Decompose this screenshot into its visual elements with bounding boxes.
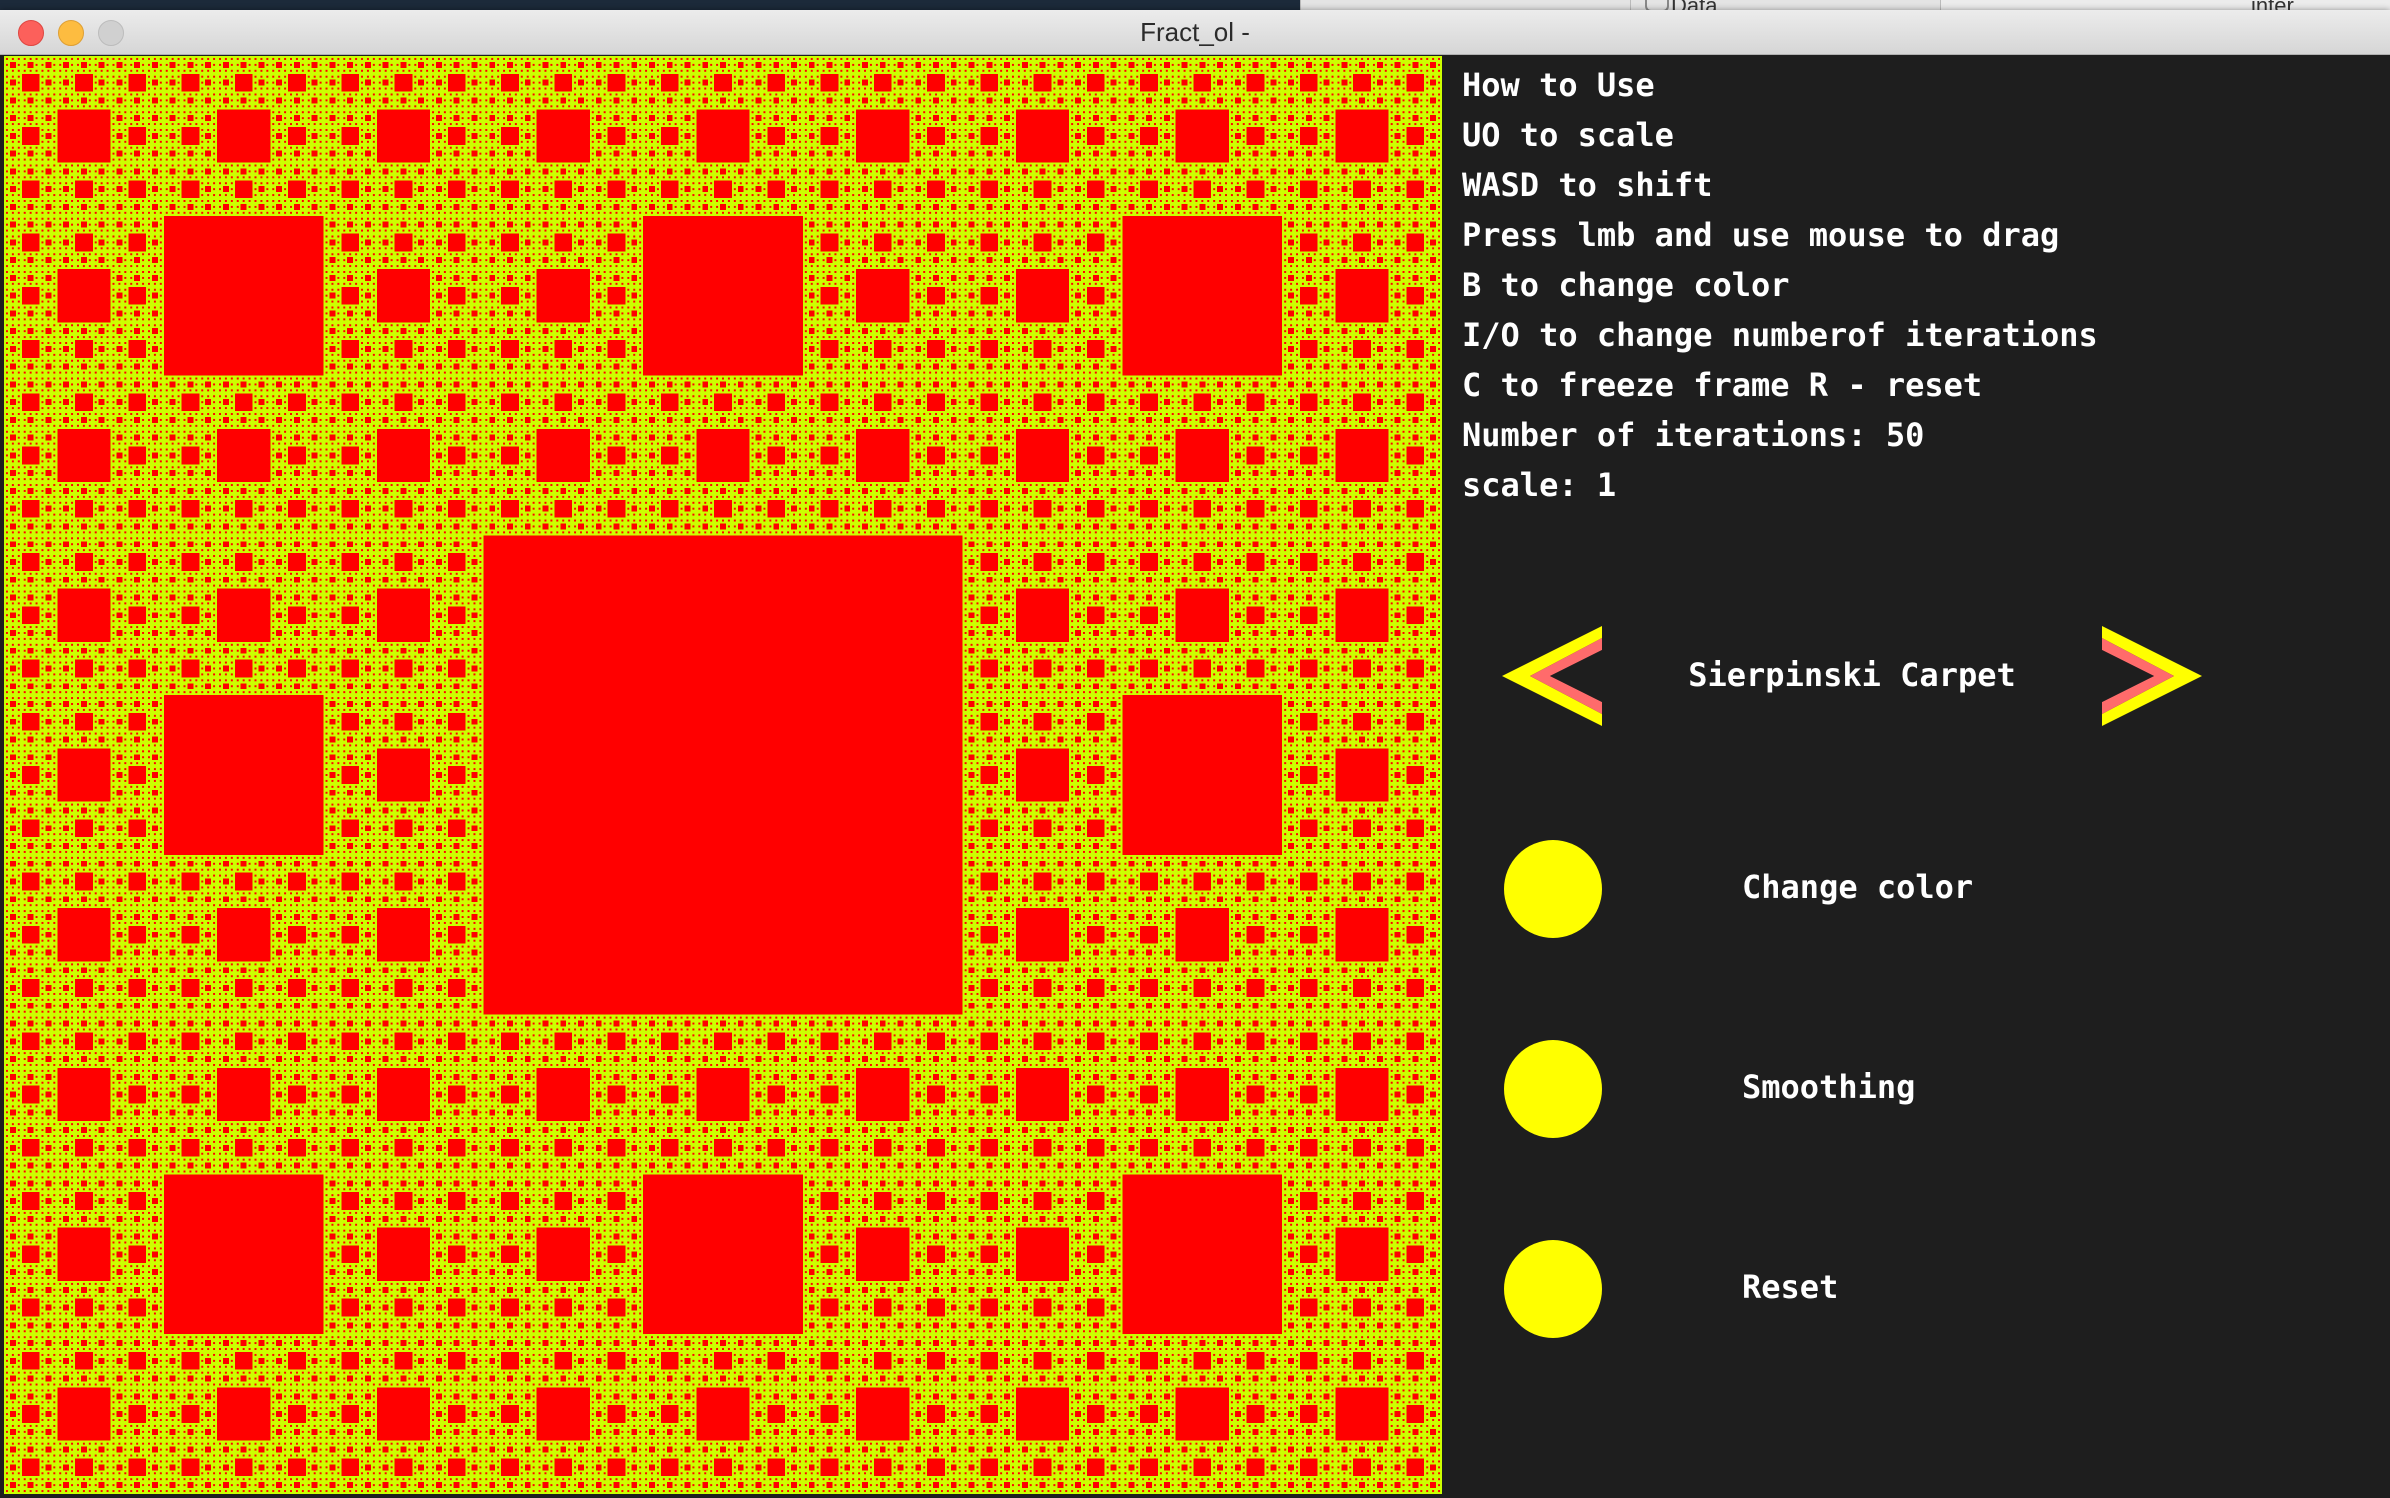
fractal-name: Sierpinski Carpet [1688,656,2016,694]
toggle-circle-icon[interactable] [1504,1240,1602,1338]
toggle-circle-icon[interactable] [1504,840,1602,938]
fractal-selector: Sierpinski Carpet [1502,626,2202,736]
title-bar[interactable]: Fract_ol - [0,10,2390,55]
help-text: How to Use UO to scale WASD to shift Pre… [1462,60,2098,510]
smoothing-label: Smoothing [1742,1068,1916,1106]
help-line: Press lmb and use mouse to drag [1462,216,2060,254]
help-line: I/O to change numberof iterations [1462,316,2098,354]
smoothing-option[interactable]: Smoothing [1504,1040,2204,1140]
help-line: B to change color [1462,266,1790,304]
help-line: WASD to shift [1462,166,1713,204]
help-line: C to freeze frame R - reset [1462,366,1983,404]
change-color-option[interactable]: Change color [1504,840,2204,940]
reset-label: Reset [1742,1268,1839,1306]
iterations-readout: Number of iterations: 50 [1462,416,1925,454]
scale-readout: scale: 1 [1462,466,1617,504]
control-panel: How to Use UO to scale WASD to shift Pre… [1442,56,2390,1498]
next-fractal-arrow-icon[interactable] [2102,626,2202,726]
window-title: Fract_ol - [1140,17,1250,47]
help-line: UO to scale [1462,116,1674,154]
toggle-circle-icon[interactable] [1504,1040,1602,1138]
sierpinski-carpet [4,56,1442,1494]
fractal-canvas[interactable] [4,56,1442,1494]
change-color-label: Change color [1742,868,1974,906]
help-line: How to Use [1462,66,1655,104]
app-window: Fract_ol - How to Use UO to scale WASD t… [0,10,2390,1498]
reset-option[interactable]: Reset [1504,1240,2204,1340]
